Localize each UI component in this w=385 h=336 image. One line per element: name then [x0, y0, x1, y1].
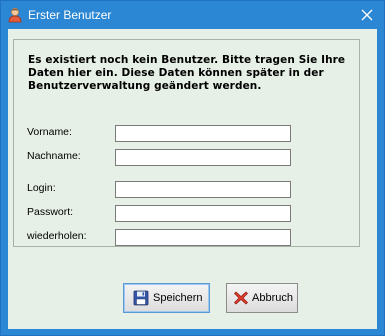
cancel-button[interactable]: Abbruch [226, 283, 298, 313]
close-button[interactable] [350, 1, 384, 29]
login-label: Login: [27, 182, 56, 194]
last-name-input[interactable] [115, 149, 291, 166]
red-x-icon [234, 291, 248, 305]
intro-text: Es existiert noch kein Benutzer. Bitte t… [28, 54, 346, 92]
user-icon [8, 8, 22, 23]
save-button[interactable]: Speichern [123, 283, 210, 313]
repeat-password-input[interactable] [115, 229, 291, 246]
first-name-label: Vorname: [27, 126, 72, 138]
login-input[interactable] [115, 181, 291, 198]
first-name-input[interactable] [115, 125, 291, 142]
save-button-label: Speichern [153, 292, 203, 304]
floppy-disk-icon [133, 290, 149, 306]
dialog-window: Erster Benutzer Es existiert noch kein B… [0, 0, 385, 336]
repeat-password-label: wiederholen: [27, 230, 87, 242]
title-bar[interactable]: Erster Benutzer [1, 1, 384, 29]
cancel-button-label: Abbruch [252, 292, 293, 304]
dialog-content: Es existiert noch kein Benutzer. Bitte t… [8, 29, 377, 329]
password-label: Passwort: [27, 206, 74, 218]
form-panel: Es existiert noch kein Benutzer. Bitte t… [13, 39, 360, 247]
close-icon [361, 9, 373, 21]
password-input[interactable] [115, 205, 291, 222]
window-title: Erster Benutzer [28, 8, 112, 22]
last-name-label: Nachname: [27, 150, 81, 162]
